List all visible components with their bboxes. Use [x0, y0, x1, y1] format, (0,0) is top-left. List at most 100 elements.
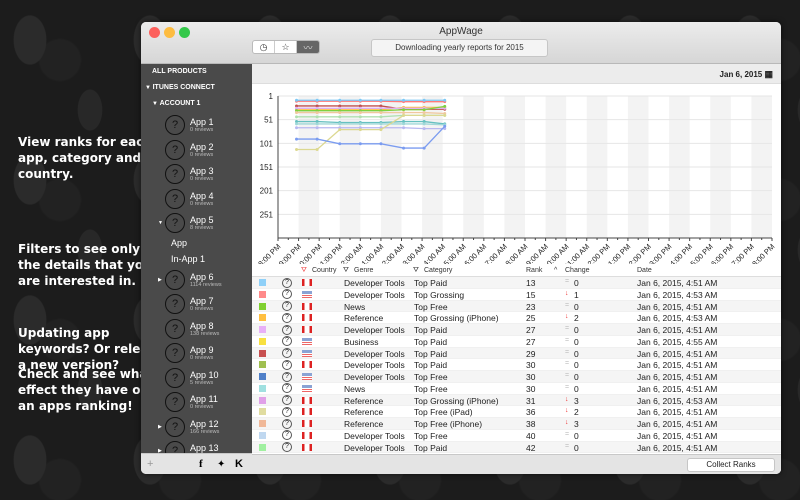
col-change[interactable]: Change [565, 267, 590, 274]
series-color-swatch [259, 337, 266, 345]
app-name: App 12 [190, 418, 219, 429]
data-point [295, 122, 299, 126]
col-category[interactable]: Category [424, 267, 452, 274]
table-row[interactable]: ? Reference Top Grossing (iPhone) 25 ↓ 2… [252, 312, 781, 324]
sidebar-app-item[interactable]: ? App 9 0 reviews [141, 340, 252, 365]
sidebar-app-item[interactable]: ? App 4 0 reviews [141, 186, 252, 211]
app-reviews: 0 reviews [190, 200, 214, 207]
sidebar-sub-item[interactable]: In-App 1 [141, 251, 252, 267]
data-point [358, 115, 362, 119]
col-country[interactable]: Country [312, 267, 337, 274]
app-reviews: 1114 reviews [190, 281, 222, 288]
sidebar-app-item[interactable]: ? App 7 0 reviews [141, 291, 252, 316]
cell-change: 0 [574, 301, 579, 312]
app-icon-placeholder: ? [165, 392, 185, 412]
sidebar-app-item[interactable]: ▶? App 13 0 reviews [141, 438, 252, 453]
app-icon-placeholder: ? [282, 395, 292, 405]
table-row[interactable]: ? Developer Tools Top Free 30 = 0 Jan 6,… [252, 371, 781, 383]
table-row[interactable]: ? News Top Free 30 = 0 Jan 6, 2015, 4:51… [252, 383, 781, 395]
y-tick-label: 251 [260, 210, 274, 219]
sidebar-app-item[interactable]: ▶? App 6 1114 reviews [141, 267, 252, 292]
cell-change: 2 [574, 407, 579, 418]
data-point [443, 124, 447, 128]
app-name: App 7 [190, 296, 214, 306]
cell-genre: Developer Tools [344, 372, 405, 382]
no-change-icon: = [565, 360, 570, 368]
sidebar-app-item[interactable]: ? App 8 138 reviews [141, 316, 252, 341]
sidebar-app-item[interactable]: ? App 2 0 reviews [141, 137, 252, 162]
series-color-swatch [259, 373, 266, 380]
kickstarter-icon[interactable]: K [235, 458, 243, 470]
table-footer: Collect Ranks [252, 454, 781, 474]
sidebar-app-item[interactable]: ? App 11 0 reviews [141, 389, 252, 414]
table-row[interactable]: ? Reference Top Free (iPad) 36 ↓ 2 Jan 6… [252, 406, 781, 418]
rank-chart: 1511011512012518:00 PM9:00 PM10:00 PM11:… [256, 92, 776, 264]
cell-date: Jan 6, 2015, 4:53 AM [637, 395, 718, 406]
cell-change: 2 [574, 313, 579, 324]
table-row[interactable]: ? News Top Free 23 = 0 Jan 6, 2015, 4:51… [252, 300, 781, 313]
collect-ranks-button[interactable]: Collect Ranks [687, 458, 775, 472]
star-icon[interactable]: ☆ [275, 41, 297, 53]
data-point [379, 128, 383, 132]
filter-icon[interactable]: ⛛ [343, 267, 349, 275]
sidebar-itunes-connect[interactable]: ▼ ITUNES CONNECT [141, 80, 252, 96]
col-rank[interactable]: Rank [526, 267, 542, 274]
sidebar-app-item[interactable]: ? App 1 0 reviews [141, 112, 252, 137]
filter-icon[interactable]: ⛛ [301, 267, 307, 275]
cell-change: 0 [574, 278, 579, 288]
facebook-icon[interactable]: f [199, 458, 217, 470]
table-row[interactable]: ? Developer Tools Top Free 40 = 0 Jan 6,… [252, 430, 781, 442]
disclosure-down-icon[interactable]: ▼ [145, 85, 153, 91]
table-row[interactable]: ? Developer Tools Top Paid 30 = 0 Jan 6,… [252, 359, 781, 371]
table-row[interactable]: ? Developer Tools Top Grossing 15 ↓ 1 Ja… [252, 289, 781, 301]
app-icon-placeholder: ? [165, 318, 185, 339]
no-change-icon: = [565, 348, 570, 356]
sidebar-app-item[interactable]: ▼? App 5 8 reviews [141, 210, 252, 235]
series-color-swatch [259, 384, 266, 392]
sidebar-all-products[interactable]: ALL PRODUCTS [141, 64, 252, 80]
sidebar-app-item[interactable]: ▶? App 12 166 reviews [141, 414, 252, 439]
twitter-icon[interactable]: ✦ [217, 459, 235, 470]
cell-genre: Reference [344, 419, 384, 429]
table-row[interactable]: ? Developer Tools Top Paid 27 = 0 Jan 6,… [252, 324, 781, 336]
titlebar: AppWage ◷ ☆ 〰 Downloading yearly reports… [141, 22, 781, 64]
app-reviews: 138 reviews [190, 330, 220, 337]
disclosure-right-icon[interactable]: ▶ [158, 277, 162, 283]
table-row[interactable]: ? Reference Top Grossing (iPhone) 31 ↓ 3… [252, 394, 781, 407]
calendar-icon[interactable]: ▦ [764, 69, 773, 79]
dashboard-icon[interactable]: ◷ [253, 41, 275, 53]
disclosure-right-icon[interactable]: ▶ [158, 424, 162, 430]
app-reviews: 0 reviews [190, 127, 214, 133]
data-point [379, 122, 383, 126]
app-icon-placeholder: ? [165, 269, 185, 290]
table-row[interactable]: ? Reference Top Free (iPhone) 38 ↓ 3 Jan… [252, 418, 781, 430]
table-row[interactable]: ? Developer Tools Top Paid 29 = 0 Jan 6,… [252, 347, 781, 360]
us-flag-icon [302, 349, 312, 357]
cell-rank: 30 [526, 383, 536, 394]
sidebar-account[interactable]: ▼ ACCOUNT 1 [141, 96, 252, 112]
series-color-swatch [259, 396, 266, 404]
sidebar-app-item[interactable]: ? App 10 5 reviews [141, 365, 252, 390]
sidebar-sub-item[interactable]: App [141, 235, 252, 251]
us-flag-icon [302, 337, 312, 345]
data-point [358, 122, 362, 126]
table-row[interactable]: ? Developer Tools Top Paid 13 = 0 Jan 6,… [252, 277, 781, 289]
canada-flag-icon [302, 420, 312, 427]
app-icon-placeholder: ? [165, 164, 185, 184]
sidebar-app-item[interactable]: ? App 3 0 reviews [141, 161, 252, 186]
cell-change: 0 [574, 372, 579, 382]
app-icon-placeholder: ? [165, 416, 185, 437]
col-date[interactable]: Date [637, 267, 652, 274]
disclosure-down-icon[interactable]: ▼ [158, 220, 163, 226]
disclosure-down-icon[interactable]: ▼ [152, 101, 160, 107]
data-point [422, 108, 426, 112]
data-point [358, 98, 362, 102]
cell-category: Top Free (iPhone) [414, 419, 483, 429]
col-genre[interactable]: Genre [354, 267, 373, 274]
filter-icon[interactable]: ⛛ [413, 267, 419, 275]
add-icon[interactable]: + [147, 458, 199, 470]
ranks-chart-icon[interactable]: 〰 [297, 41, 319, 53]
data-point [295, 126, 299, 130]
table-row[interactable]: ? Business Top Paid 27 = 0 Jan 6, 2015, … [252, 336, 781, 348]
table-row[interactable]: ? Developer Tools Top Paid 42 = 0 Jan 6,… [252, 441, 781, 454]
